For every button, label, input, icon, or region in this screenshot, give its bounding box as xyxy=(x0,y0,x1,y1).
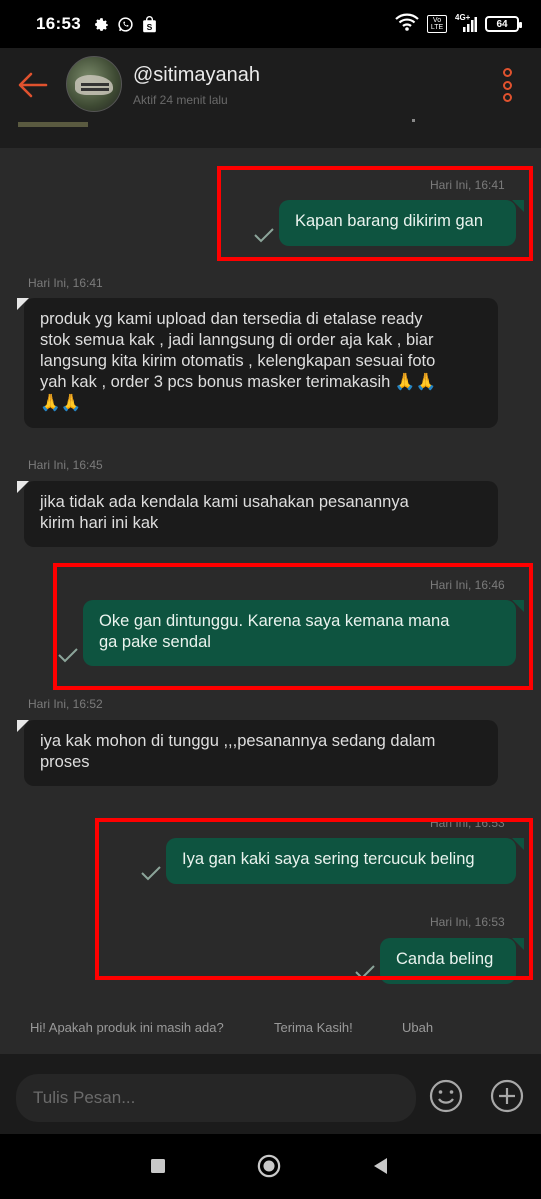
last-seen-status: Aktif 24 menit lalu xyxy=(133,93,228,107)
status-bar: 16:53 S Vo LTE 4G+ 64 xyxy=(0,0,541,48)
highlight-box xyxy=(217,166,533,261)
volte-icon: Vo LTE xyxy=(427,15,447,33)
volte-label: Vo LTE xyxy=(430,17,444,31)
chat-messages[interactable]: Hari Ini, 16:41 Kapan barang dikirim gan… xyxy=(0,148,541,1054)
svg-text:S: S xyxy=(147,22,153,32)
wifi-icon xyxy=(395,13,419,36)
message-text-line: stok semua kak , jadi lanngsung di order… xyxy=(40,331,434,349)
status-time: 16:53 xyxy=(36,14,81,33)
message-text-line: proses xyxy=(40,753,90,771)
incoming-message-bubble[interactable]: produk yg kami upload dan tersedia di et… xyxy=(24,298,498,428)
highlight-box xyxy=(53,563,533,690)
quick-reply-hi[interactable]: Hi! Apakah produk ini masih ada? xyxy=(30,1020,224,1035)
battery-level: 64 xyxy=(496,18,508,30)
back-triangle-icon[interactable] xyxy=(368,1154,392,1178)
message-input[interactable] xyxy=(16,1074,416,1122)
more-options-icon[interactable] xyxy=(499,68,515,102)
avatar[interactable] xyxy=(66,56,122,112)
whatsapp-icon xyxy=(117,16,134,33)
pinned-product-strip xyxy=(18,122,88,127)
battery-icon: 64 xyxy=(485,16,522,32)
status-left-icons: S xyxy=(93,15,158,33)
add-attachment-icon[interactable] xyxy=(489,1078,525,1114)
message-text-line: 🙏🙏 xyxy=(40,394,82,412)
gear-icon xyxy=(93,16,110,33)
incoming-message-bubble[interactable]: iya kak mohon di tunggu ,,,pesanannya se… xyxy=(24,720,498,786)
message-text-line: langsung kita kirim otomatis , kelengkap… xyxy=(40,352,436,370)
message-text-line: iya kak mohon di tunggu ,,,pesanannya se… xyxy=(40,732,436,750)
message-timestamp: Hari Ini, 16:41 xyxy=(28,276,103,290)
chat-header: @sitimayanah Aktif 24 menit lalu xyxy=(0,48,541,148)
recents-square-icon[interactable] xyxy=(146,1154,170,1178)
quick-reply-edit[interactable]: Ubah xyxy=(402,1020,433,1035)
status-right-icons: Vo LTE 4G+ 64 xyxy=(395,13,522,36)
message-timestamp: Hari Ini, 16:52 xyxy=(28,697,103,711)
chat-username[interactable]: @sitimayanah xyxy=(133,64,260,87)
message-text-line: kirim hari ini kak xyxy=(40,514,159,532)
message-input-bar xyxy=(0,1054,541,1134)
quick-reply-thanks[interactable]: Terima Kasih! xyxy=(274,1020,353,1035)
divider-dot xyxy=(412,119,415,122)
home-circle-icon[interactable] xyxy=(257,1154,281,1178)
system-nav-bar xyxy=(0,1134,541,1199)
shopping-bag-icon: S xyxy=(141,15,158,33)
message-text-line: produk yg kami upload dan tersedia di et… xyxy=(40,310,423,328)
emoji-icon[interactable] xyxy=(428,1078,464,1114)
back-arrow-icon[interactable] xyxy=(16,68,50,102)
highlight-box xyxy=(95,818,533,980)
message-text-line: jika tidak ada kendala kami usahakan pes… xyxy=(40,493,409,511)
message-timestamp: Hari Ini, 16:45 xyxy=(28,458,103,472)
incoming-message-bubble[interactable]: jika tidak ada kendala kami usahakan pes… xyxy=(24,481,498,547)
message-text-line: yah kak , order 3 pcs bonus masker terim… xyxy=(40,373,436,391)
signal-icon: 4G+ xyxy=(455,13,477,33)
